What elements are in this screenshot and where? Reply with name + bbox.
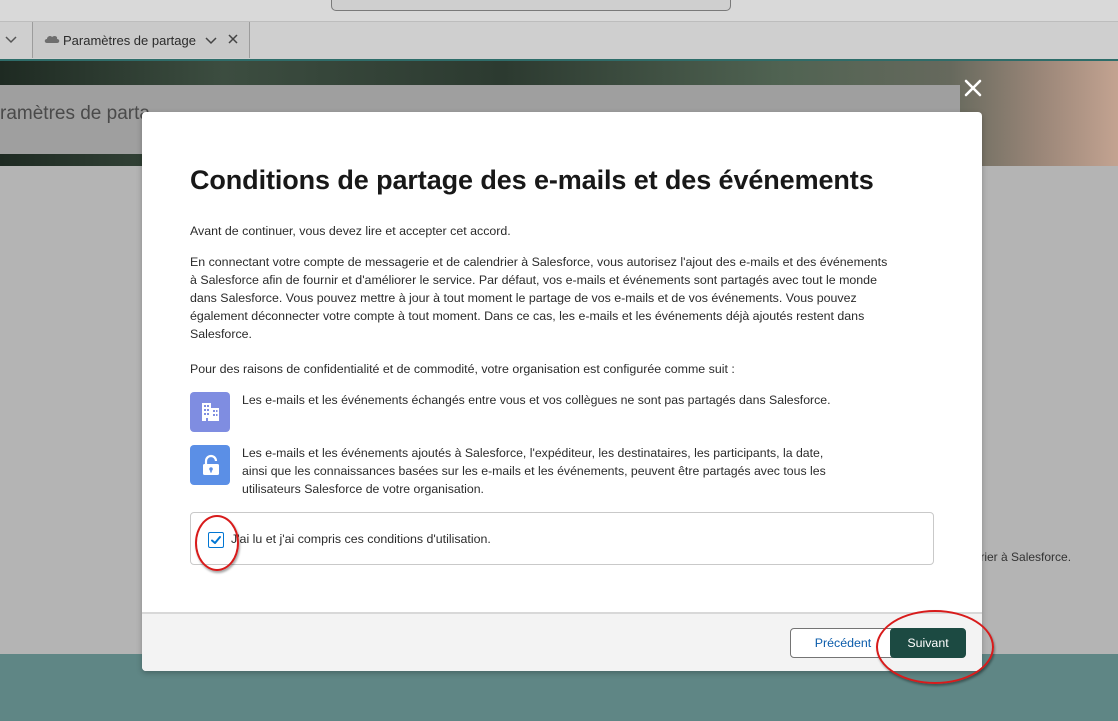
info-text: Les e-mails et les événements ajoutés à … (242, 446, 826, 496)
global-search-input[interactable] (331, 0, 731, 11)
previous-button[interactable]: Précédent (790, 628, 896, 658)
tab-bar: Paramètres de partage (0, 21, 1118, 62)
main-paragraph: En connectant votre compte de messagerie… (190, 255, 888, 341)
building-icon (190, 392, 230, 432)
modal-title: Conditions de partage des e-mails et des… (190, 165, 874, 195)
close-icon[interactable] (961, 76, 985, 100)
page-title: ramètres de parta (0, 103, 150, 124)
tab-close-icon[interactable] (227, 33, 239, 45)
sharing-terms-modal: Conditions de partage des e-mails et des… (142, 112, 982, 671)
modal-footer: Précédent Suivant (142, 612, 982, 671)
agree-label[interactable]: J'ai lu et j'ai compris ces conditions d… (231, 532, 491, 546)
tab-sharing-settings[interactable]: Paramètres de partage (32, 22, 250, 58)
cloud-icon (44, 35, 60, 43)
chevron-down-icon[interactable] (4, 32, 18, 46)
tab-label: Paramètres de partage (63, 33, 196, 48)
agreement-box: J'ai lu et j'ai compris ces conditions d… (190, 512, 934, 565)
next-button[interactable]: Suivant (890, 628, 966, 658)
agree-checkbox[interactable] (208, 532, 224, 548)
info-text: Les e-mails et les événements échangés e… (242, 393, 831, 407)
top-bar (0, 0, 1118, 21)
background-text: ndrier à Salesforce. (967, 550, 1072, 564)
config-intro-text: Pour des raisons de confidentialité et d… (190, 362, 735, 376)
tab-menu-chevron-icon[interactable] (205, 34, 217, 46)
checkmark-icon (211, 536, 221, 544)
unlock-icon (190, 445, 230, 485)
intro-text: Avant de continuer, vous devez lire et a… (190, 224, 511, 238)
